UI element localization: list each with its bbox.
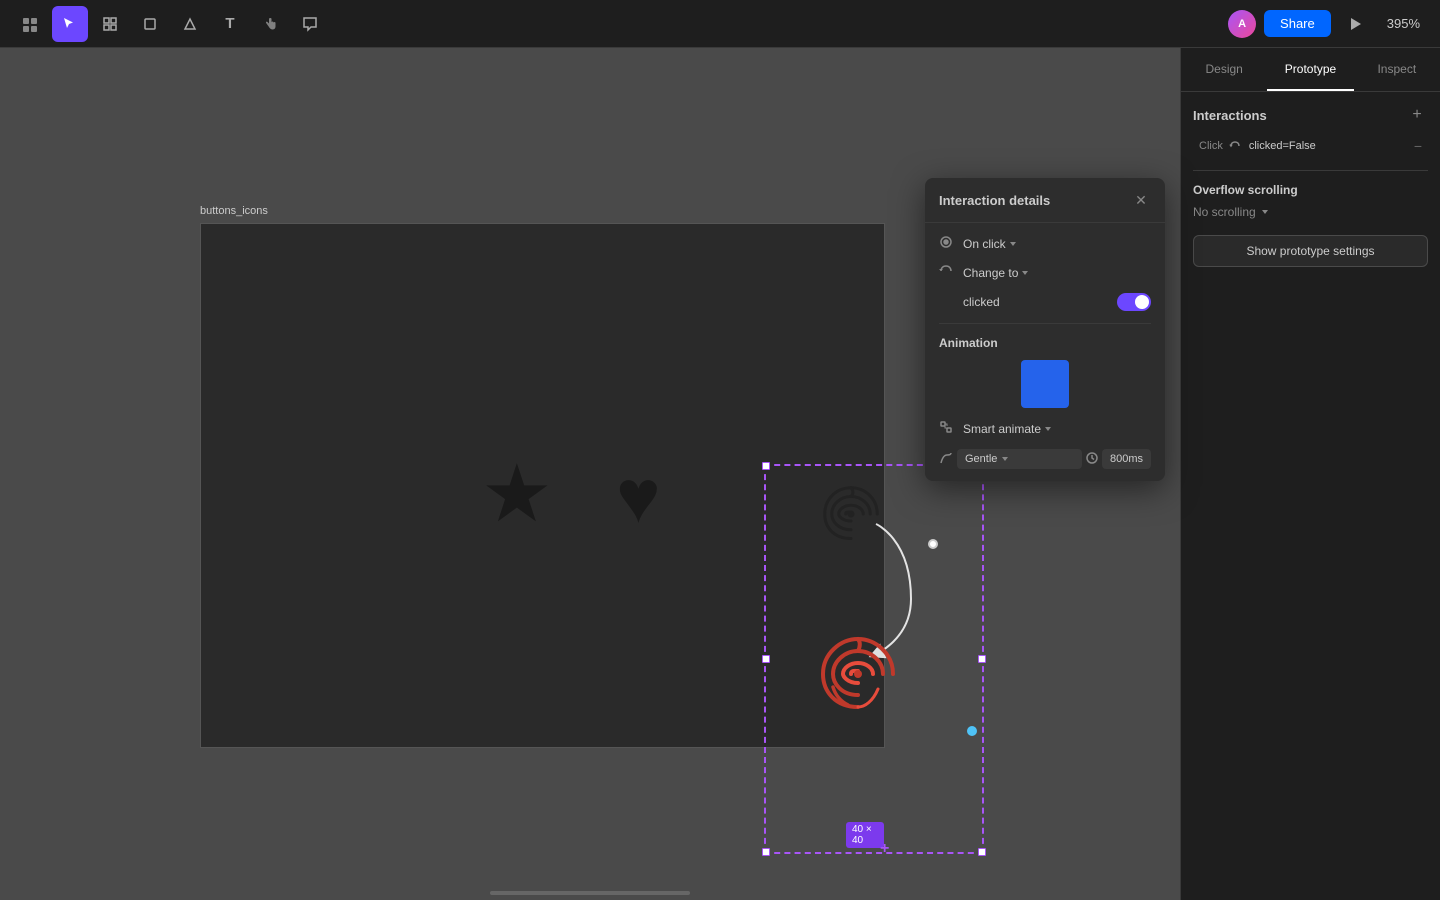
animation-controls: Gentle 800ms (939, 449, 1151, 469)
add-interaction-button[interactable]: + (1406, 104, 1428, 126)
trigger-label: On click (963, 237, 1006, 251)
toggle-thumb (1135, 295, 1149, 309)
variable-toggle[interactable] (1117, 293, 1151, 311)
trigger-row: On click (939, 235, 1151, 252)
right-panel: Design Prototype Inspect Interactions + … (1180, 48, 1440, 900)
tab-prototype[interactable]: Prototype (1267, 48, 1353, 91)
tab-design[interactable]: Design (1181, 48, 1267, 91)
trigger-dropdown[interactable]: On click (963, 237, 1151, 251)
easing-label: Gentle (965, 453, 997, 465)
hand-tool-button[interactable] (252, 6, 288, 42)
overflow-scrolling-title: Overflow scrolling (1193, 183, 1428, 197)
interaction-type-icon (1229, 139, 1243, 153)
smart-animate-row: Smart animate (939, 420, 1151, 437)
easing-icon (939, 451, 953, 468)
toggle-row: clicked (939, 293, 1151, 311)
shape-tool-button[interactable] (132, 6, 168, 42)
section-divider (1193, 170, 1428, 171)
play-button[interactable] (1339, 8, 1371, 40)
overflow-value-label: No scrolling (1193, 205, 1256, 219)
pen-tool-button[interactable] (172, 6, 208, 42)
panel-tabs: Design Prototype Inspect (1181, 48, 1440, 92)
duration-icon (1086, 452, 1098, 467)
duration-label: 800ms (1110, 453, 1143, 465)
panel-content: Interactions + Click clicked=False − Ove… (1181, 92, 1440, 900)
main-area: buttons_icons ★ ♥ (0, 48, 1440, 900)
easing-dropdown[interactable]: Gentle (957, 449, 1082, 469)
details-panel-title: Interaction details (939, 193, 1050, 208)
smart-animate-icon (939, 420, 957, 437)
action-row: Change to (939, 264, 1151, 281)
text-tool-button[interactable]: T (212, 6, 248, 42)
share-button[interactable]: Share (1264, 10, 1331, 37)
interaction-trigger-label: Click (1199, 140, 1223, 152)
interaction-details-panel: Interaction details ✕ On click (925, 178, 1165, 481)
frame-label: buttons_icons (200, 205, 268, 217)
duration-input[interactable]: 800ms (1102, 449, 1151, 469)
frame-container[interactable]: ★ ♥ (200, 223, 885, 748)
close-details-button[interactable]: ✕ (1131, 190, 1151, 210)
animation-section-title: Animation (939, 336, 1151, 350)
overflow-value-dropdown[interactable]: No scrolling (1193, 205, 1428, 219)
select-tool-button[interactable] (52, 6, 88, 42)
connection-dot-end[interactable] (967, 726, 977, 736)
variable-label: clicked (939, 295, 1109, 309)
handle-bottom-left[interactable] (762, 848, 770, 856)
animation-section: Animation Smart anim (939, 336, 1151, 469)
tab-inspect[interactable]: Inspect (1354, 48, 1440, 91)
canvas-wrapper: buttons_icons ★ ♥ (0, 48, 1180, 900)
overflow-section: Overflow scrolling No scrolling (1193, 183, 1428, 219)
show-prototype-settings-button[interactable]: Show prototype settings (1193, 235, 1428, 267)
toolbar-right: A Share 395% (1228, 8, 1428, 40)
fingerprint-red-icon[interactable] (813, 629, 903, 719)
toolbar: T A Share 395% (0, 0, 1440, 48)
interaction-value-label: clicked=False (1249, 140, 1316, 152)
animation-divider (939, 323, 1151, 324)
action-icon (939, 264, 957, 281)
smart-animate-label: Smart animate (963, 422, 1041, 436)
zoom-level[interactable]: 395% (1379, 12, 1428, 35)
interaction-item[interactable]: Click clicked=False − (1193, 134, 1428, 158)
fingerprint-black-icon[interactable] (816, 479, 886, 549)
action-dropdown[interactable]: Change to (963, 266, 1151, 280)
handle-top-left[interactable] (762, 462, 770, 470)
canvas-scrollbar[interactable] (490, 891, 690, 895)
interactions-title: Interactions (1193, 108, 1267, 123)
handle-mid-right[interactable] (978, 655, 986, 663)
remove-interaction-button[interactable]: − (1414, 138, 1422, 154)
comment-tool-button[interactable] (292, 6, 328, 42)
connection-dot-start[interactable] (928, 539, 938, 549)
toolbar-left: T (12, 6, 328, 42)
add-component-indicator[interactable]: + (880, 840, 889, 858)
size-label: 40 × 40 (846, 822, 884, 848)
user-avatar: A (1228, 10, 1256, 38)
handle-mid-left[interactable] (762, 655, 770, 663)
details-body: On click Change to (925, 223, 1165, 481)
frame-tool-button[interactable] (92, 6, 128, 42)
text-tool-icon: T (225, 15, 234, 32)
action-label: Change to (963, 266, 1018, 280)
main-menu-button[interactable] (12, 6, 48, 42)
smart-animate-dropdown[interactable]: Smart animate (963, 422, 1151, 436)
handle-bottom-right[interactable] (978, 848, 986, 856)
details-header: Interaction details ✕ (925, 178, 1165, 223)
heart-shape[interactable]: ♥ (616, 459, 661, 534)
interactions-section-header: Interactions + (1193, 104, 1428, 126)
trigger-icon (939, 235, 957, 252)
animation-preview-box (1021, 360, 1069, 408)
star-shape[interactable]: ★ (481, 454, 553, 534)
